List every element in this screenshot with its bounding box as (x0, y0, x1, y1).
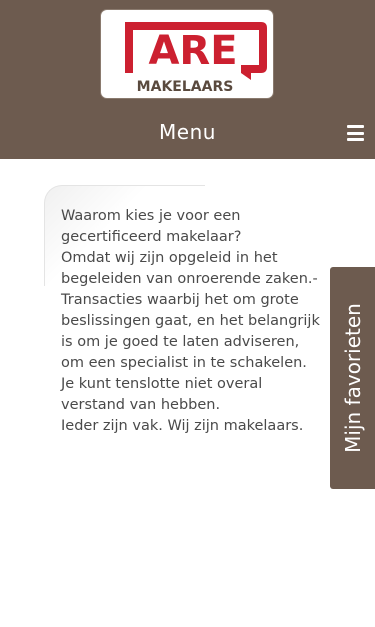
logo-graphic: ARE MAKELAARS (125, 22, 267, 95)
favorites-tab-label[interactable]: Mijn favorieten (341, 303, 365, 453)
are-makelaars-logo[interactable]: ARE MAKELAARS (101, 10, 273, 98)
menu-label[interactable]: Menu (0, 120, 375, 144)
article-line: Ieder zijn vak. Wij zijn makelaars. (61, 418, 304, 434)
logo-mark-text: ARE (148, 28, 237, 74)
site-header: ARE MAKELAARS Menu (0, 0, 375, 159)
favorites-tab[interactable]: Mijn favorieten (330, 267, 375, 489)
logo-word-text: MAKELAARS (137, 79, 234, 95)
hamburger-icon[interactable] (347, 125, 364, 141)
article-text: Waarom kies je voor een gecertificeerd m… (61, 206, 321, 437)
menu-bar[interactable]: Menu (0, 108, 375, 159)
article-line: Je kunt tenslotte niet overal verstand v… (61, 376, 263, 413)
article-line: Omdat wij zijn opgeleid in het begeleide… (61, 250, 320, 371)
article-line: Waarom kies je voor een gecertificeerd m… (61, 208, 242, 245)
